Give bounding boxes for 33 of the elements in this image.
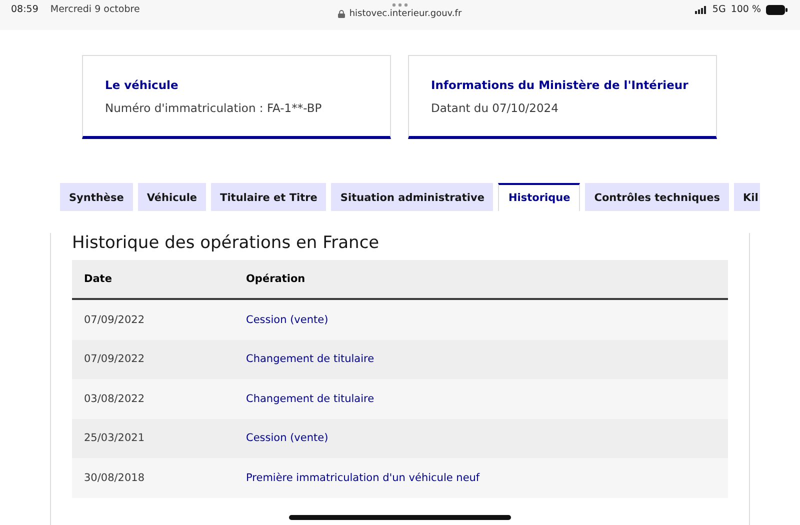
date-cell-text: 03/08/2022 [83,392,146,405]
tab[interactable]: Contrôles techniques [585,183,729,211]
tab[interactable]: Situation administrative [331,183,494,211]
tab[interactable]: Synthèse [60,183,133,211]
card-text: Numéro d'immatriculation : FA-1**-BP [105,101,323,115]
operation-link[interactable]: Cession (vente) [234,432,328,444]
operation-link[interactable]: Changement de titulaire [234,392,374,405]
operation-link[interactable]: Changement de titulaire [234,353,374,366]
operation-link[interactable]: Première immatriculation d'un véhicule neuf [234,472,480,484]
tab[interactable]: Véhicule [138,183,206,211]
url-text[interactable]: histovec.interieur.gouv.fr [349,9,462,19]
battery-icon [766,4,788,14]
column-header: Opération [245,273,306,285]
section-title: Historique des opérations en France [72,233,380,253]
operation-link[interactable]: Cession (vente) [234,314,328,326]
tab[interactable]: Titulaire et Titre [211,183,326,211]
card-text: Datant du 07/10/2024 [431,101,560,115]
date-cell-text: 07/09/2022 [83,353,146,366]
lock-icon [338,10,346,18]
date-cell-text: 30/08/2018 [83,472,146,484]
tab[interactable]: Historique [498,183,580,211]
more-dots-icon[interactable] [392,3,408,7]
date-cell-text: 25/03/2021 [83,432,146,444]
card-title: Le véhicule [105,78,180,92]
column-header: Date [83,273,113,285]
tab[interactable]: Kil [734,183,760,211]
status-time: 08:59 [11,4,38,15]
battery-percent: 100 % [730,4,761,15]
status-date: Mercredi 9 octobre [50,4,140,15]
card-title: Informations du Ministère de l'Intérieur [431,78,690,92]
date-cell-text: 07/09/2022 [83,314,146,326]
network-label: 5G [712,4,726,15]
signal-icon [695,6,708,14]
